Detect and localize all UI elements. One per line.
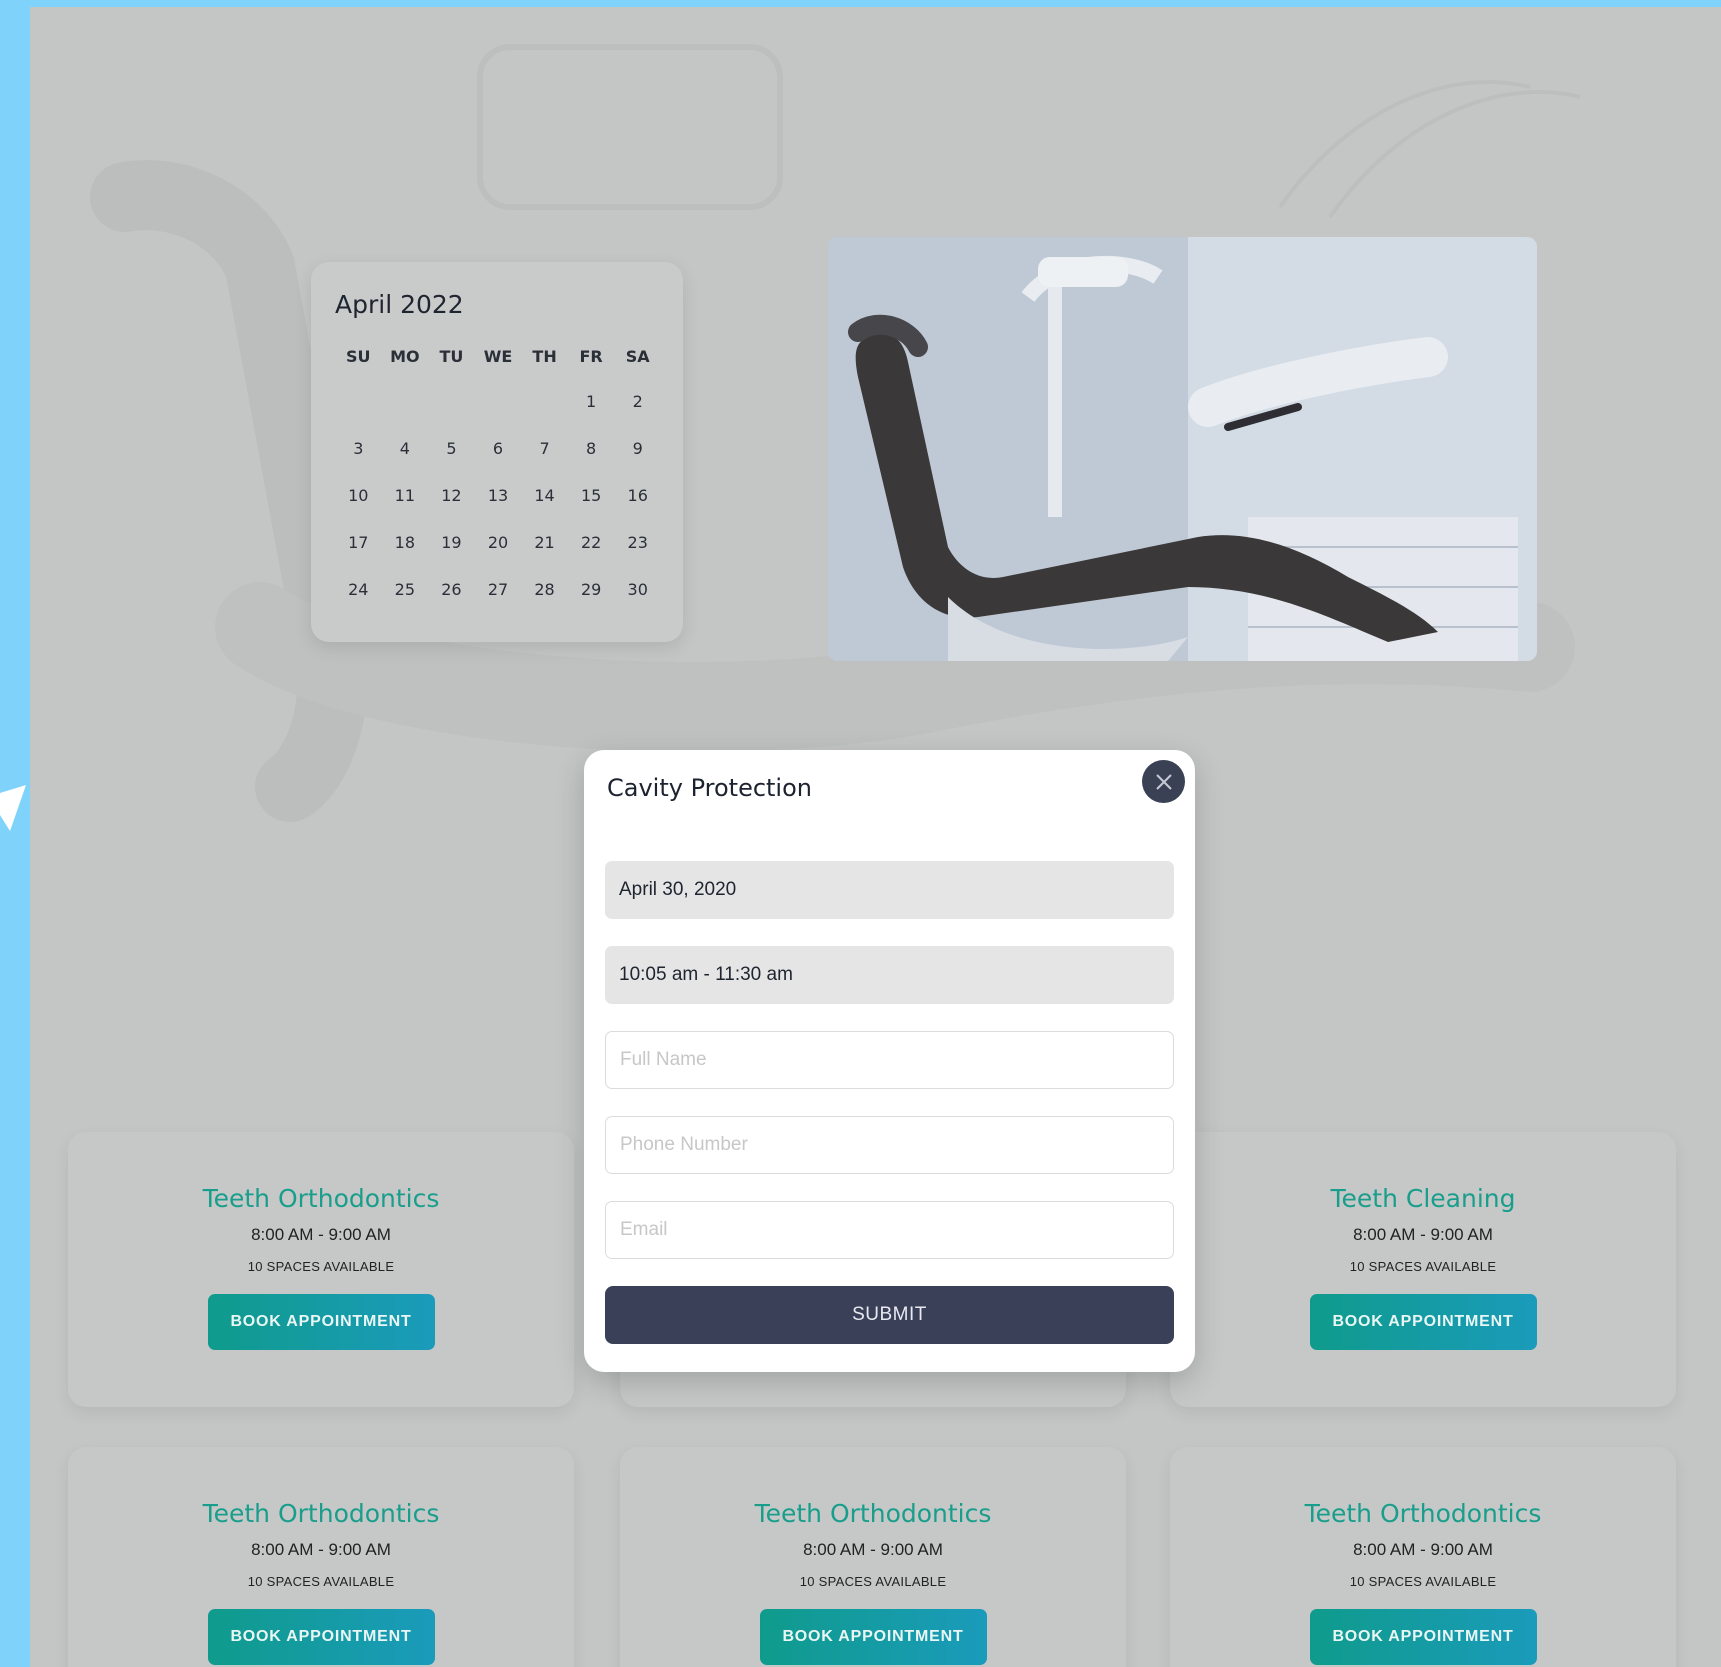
service-title: Teeth Orthodontics bbox=[754, 1499, 992, 1528]
service-card: Teeth Cleaning 8:00 AM - 9:00 AM 10 SPAC… bbox=[1170, 1132, 1676, 1407]
service-availability: 10 SPACES AVAILABLE bbox=[1349, 1259, 1497, 1274]
calendar-day[interactable]: 29 bbox=[568, 577, 615, 624]
service-card: Teeth Orthodontics 8:00 AM - 9:00 AM 10 … bbox=[68, 1447, 574, 1667]
submit-button[interactable]: SUBMIT bbox=[605, 1286, 1174, 1344]
calendar-month-title: April 2022 bbox=[335, 290, 464, 319]
calendar-day[interactable]: 2 bbox=[614, 389, 661, 436]
service-time: 8:00 AM - 9:00 AM bbox=[251, 1225, 391, 1244]
calendar-day[interactable]: 26 bbox=[428, 577, 475, 624]
weekday-label: TU bbox=[439, 347, 464, 366]
service-time: 8:00 AM - 9:00 AM bbox=[251, 1540, 391, 1559]
weekday-label: MO bbox=[390, 347, 420, 366]
calendar-day[interactable]: 20 bbox=[475, 530, 522, 577]
service-title: Teeth Cleaning bbox=[1330, 1184, 1516, 1213]
service-availability: 10 SPACES AVAILABLE bbox=[1349, 1574, 1497, 1589]
modal-title: Cavity Protection bbox=[607, 774, 812, 802]
service-card: Teeth Orthodontics 8:00 AM - 9:00 AM 10 … bbox=[1170, 1447, 1676, 1667]
service-card: Teeth Orthodontics 8:00 AM - 9:00 AM 10 … bbox=[68, 1132, 574, 1407]
full-name-input[interactable] bbox=[605, 1031, 1174, 1089]
calendar-day[interactable]: 27 bbox=[475, 577, 522, 624]
close-icon bbox=[1155, 773, 1172, 790]
calendar-day[interactable]: 8 bbox=[568, 436, 615, 483]
calendar-day[interactable]: 7 bbox=[521, 436, 568, 483]
book-appointment-button[interactable]: BOOK APPOINTMENT bbox=[1309, 1609, 1537, 1665]
calendar-day[interactable]: 15 bbox=[568, 483, 615, 530]
book-appointment-button[interactable]: BOOK APPOINTMENT bbox=[207, 1609, 435, 1665]
service-title: Teeth Orthodontics bbox=[1304, 1499, 1542, 1528]
calendar-day[interactable]: 1 bbox=[568, 389, 615, 436]
book-appointment-button[interactable]: BOOK APPOINTMENT bbox=[1309, 1294, 1537, 1350]
calendar-day[interactable]: 17 bbox=[335, 530, 382, 577]
service-availability: 10 SPACES AVAILABLE bbox=[247, 1259, 395, 1274]
service-title: Teeth Orthodontics bbox=[202, 1499, 440, 1528]
dental-chair-image bbox=[828, 237, 1537, 661]
calendar-day[interactable] bbox=[382, 389, 429, 436]
service-title: Teeth Orthodontics bbox=[202, 1184, 440, 1213]
email-input[interactable] bbox=[605, 1201, 1174, 1259]
calendar-day[interactable]: 19 bbox=[428, 530, 475, 577]
calendar-day[interactable]: 30 bbox=[614, 577, 661, 624]
calendar-day[interactable] bbox=[335, 389, 382, 436]
book-appointment-button[interactable]: BOOK APPOINTMENT bbox=[207, 1294, 435, 1350]
calendar-day[interactable]: 5 bbox=[428, 436, 475, 483]
weekday-label: WE bbox=[483, 347, 513, 366]
book-appointment-button[interactable]: BOOK APPOINTMENT bbox=[759, 1609, 987, 1665]
service-time: 8:00 AM - 9:00 AM bbox=[1353, 1225, 1493, 1244]
calendar-day[interactable]: 24 bbox=[335, 577, 382, 624]
calendar-day[interactable]: 22 bbox=[568, 530, 615, 577]
calendar-day[interactable]: 28 bbox=[521, 577, 568, 624]
calendar-day[interactable]: 14 bbox=[521, 483, 568, 530]
calendar-day[interactable]: 11 bbox=[382, 483, 429, 530]
calendar-day[interactable]: 9 bbox=[614, 436, 661, 483]
close-button[interactable] bbox=[1142, 760, 1185, 803]
calendar-day[interactable]: 3 bbox=[335, 436, 382, 483]
booking-modal: Cavity Protection April 30, 2020 10:05 a… bbox=[584, 750, 1195, 1372]
calendar-day[interactable]: 6 bbox=[475, 436, 522, 483]
weekday-label: FR bbox=[579, 347, 603, 366]
calendar-day[interactable] bbox=[428, 389, 475, 436]
calendar-day[interactable]: 18 bbox=[382, 530, 429, 577]
calendar-day[interactable]: 23 bbox=[614, 530, 661, 577]
brand-mark-icon bbox=[0, 785, 26, 831]
calendar-day[interactable]: 4 bbox=[382, 436, 429, 483]
calendar-grid: SU MO TU WE TH FR SA 1 2 3 4 5 6 7 8 9 1… bbox=[335, 347, 661, 624]
calendar-day[interactable] bbox=[521, 389, 568, 436]
calendar-day[interactable]: 25 bbox=[382, 577, 429, 624]
service-availability: 10 SPACES AVAILABLE bbox=[247, 1574, 395, 1589]
service-card: Teeth Orthodontics 8:00 AM - 9:00 AM 10 … bbox=[620, 1447, 1126, 1667]
service-availability: 10 SPACES AVAILABLE bbox=[799, 1574, 947, 1589]
weekday-label: SA bbox=[625, 347, 650, 366]
calendar-day[interactable]: 21 bbox=[521, 530, 568, 577]
phone-number-input[interactable] bbox=[605, 1116, 1174, 1174]
calendar-day[interactable] bbox=[475, 389, 522, 436]
weekday-label: TH bbox=[532, 347, 557, 366]
service-time: 8:00 AM - 9:00 AM bbox=[803, 1540, 943, 1559]
service-time: 8:00 AM - 9:00 AM bbox=[1353, 1540, 1493, 1559]
clinic-photo bbox=[828, 237, 1537, 661]
calendar-day[interactable]: 16 bbox=[614, 483, 661, 530]
page-background: April 2022 SU MO TU WE TH FR SA 1 2 3 4 … bbox=[30, 7, 1721, 1667]
date-field[interactable]: April 30, 2020 bbox=[605, 861, 1174, 919]
calendar-day[interactable]: 13 bbox=[475, 483, 522, 530]
time-field[interactable]: 10:05 am - 11:30 am bbox=[605, 946, 1174, 1004]
calendar-day[interactable]: 10 bbox=[335, 483, 382, 530]
calendar-widget: April 2022 SU MO TU WE TH FR SA 1 2 3 4 … bbox=[311, 262, 683, 642]
weekday-label: SU bbox=[346, 347, 371, 366]
calendar-day[interactable]: 12 bbox=[428, 483, 475, 530]
